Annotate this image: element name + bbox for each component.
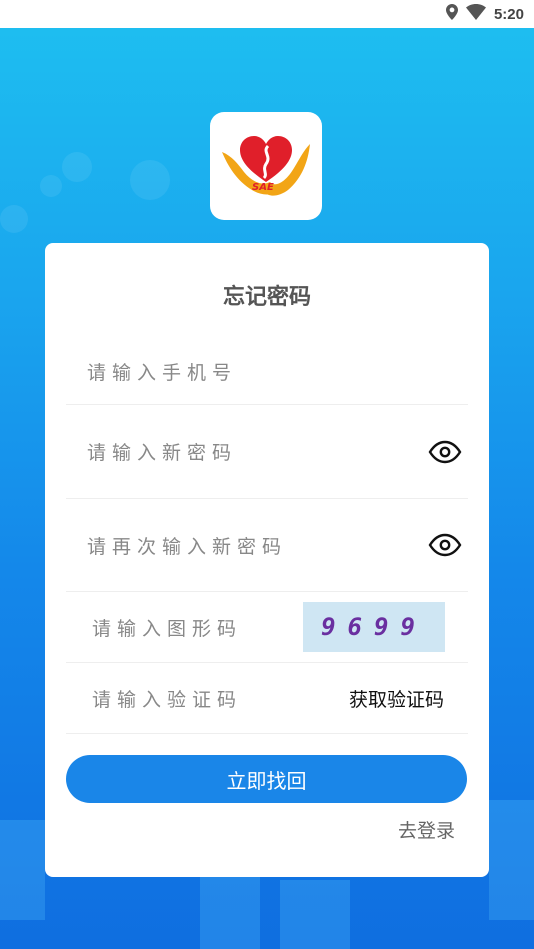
svg-text:SAE: SAE [252, 182, 274, 193]
confirm-password-field[interactable]: 请再次输入新密码 [66, 499, 468, 592]
eye-icon[interactable] [428, 533, 462, 557]
background-cube [200, 875, 260, 949]
go-login-link[interactable]: 去登录 [398, 816, 455, 843]
captcha-input-placeholder[interactable]: 请输入图形码 [92, 614, 242, 641]
heart-hands-logo-icon: SAE [222, 136, 310, 196]
confirm-password-input-placeholder[interactable]: 请再次输入新密码 [87, 532, 287, 559]
background-bubble [0, 205, 28, 233]
status-bar: 5:20 [0, 0, 534, 28]
captcha-text: 9699 [321, 613, 427, 641]
wifi-icon [465, 4, 486, 24]
background-cube [489, 800, 534, 920]
forgot-password-card: 忘记密码 请输入手机号 请输入新密码 请再次输入新密码 请输入图形码 9699 … [45, 243, 489, 877]
get-code-button[interactable]: 获取验证码 [349, 685, 444, 712]
background-bubble [40, 175, 62, 197]
background-bubble [130, 160, 170, 200]
page-title: 忘记密码 [222, 285, 311, 310]
new-password-field[interactable]: 请输入新密码 [66, 405, 468, 499]
background-cube [280, 880, 350, 949]
status-time: 5:20 [493, 5, 524, 23]
sms-code-input-placeholder[interactable]: 请输入验证码 [92, 685, 242, 712]
submit-button[interactable]: 立即找回 [66, 755, 467, 803]
background-bubble [62, 152, 92, 182]
eye-icon[interactable] [428, 440, 462, 464]
app-logo: SAE [210, 112, 322, 220]
captcha-image[interactable]: 9699 [303, 602, 445, 652]
background-cube [0, 820, 45, 920]
new-password-input-placeholder[interactable]: 请输入新密码 [87, 438, 237, 465]
captcha-field[interactable]: 请输入图形码 9699 [66, 592, 468, 663]
phone-input-placeholder[interactable]: 请输入手机号 [87, 358, 237, 385]
location-icon [445, 4, 458, 24]
phone-field[interactable]: 请输入手机号 [66, 339, 468, 405]
sms-code-field[interactable]: 请输入验证码 获取验证码 [66, 663, 468, 734]
